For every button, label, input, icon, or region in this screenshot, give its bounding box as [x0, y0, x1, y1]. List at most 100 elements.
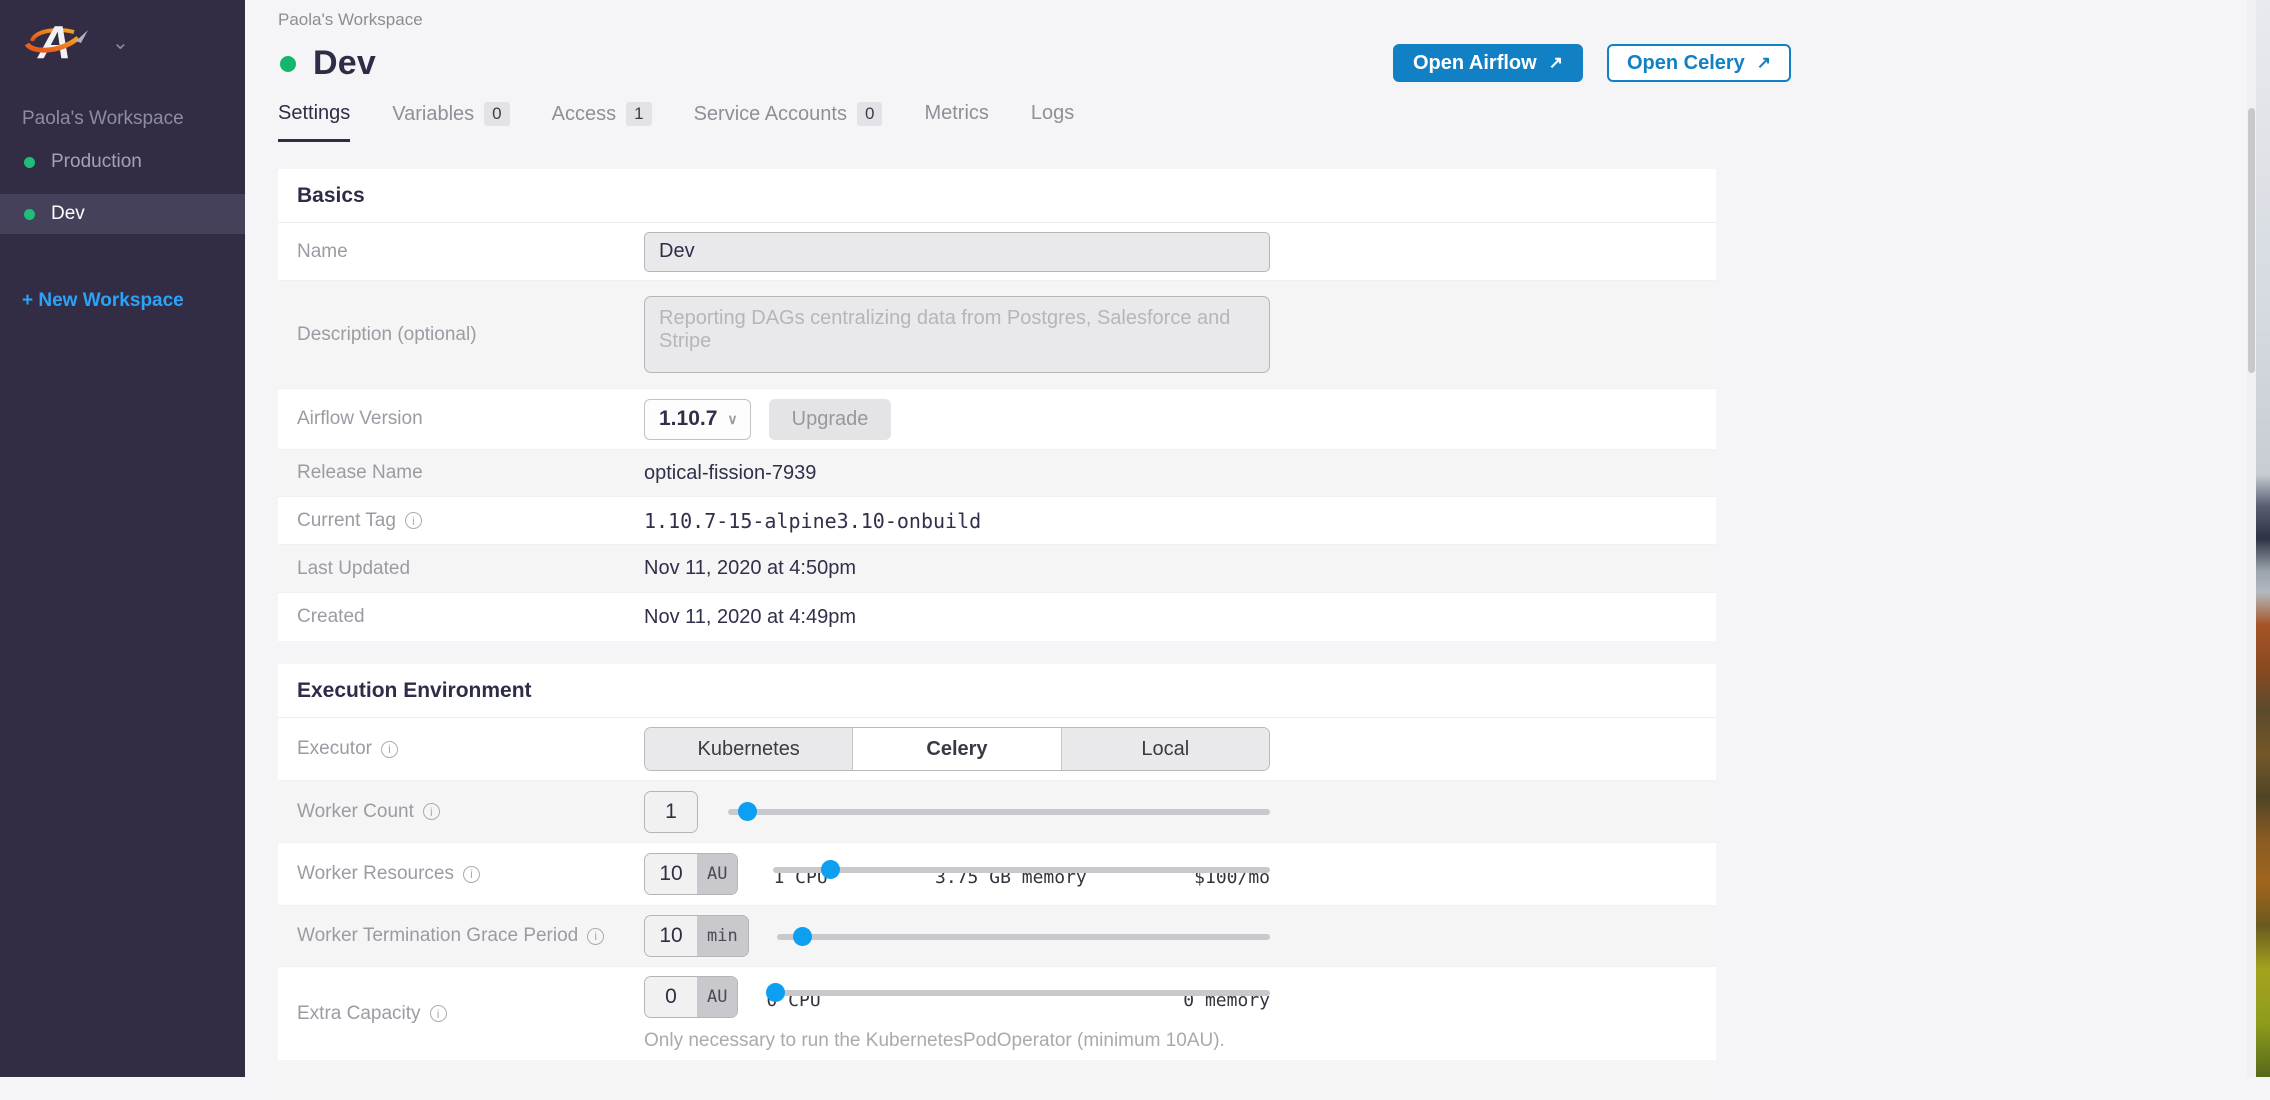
execution-environment-card: Execution Environment Executor Kubernete…	[278, 664, 1716, 1100]
next-row-cutoff	[278, 1060, 1716, 1100]
external-link-icon: ↗	[1549, 53, 1563, 73]
release-name-row: Release Name optical-fission-7939	[278, 450, 1716, 497]
open-celery-label: Open Celery	[1627, 52, 1745, 75]
slider-thumb[interactable]	[738, 802, 757, 821]
header-buttons: Open Airflow ↗ Open Celery ↗	[1393, 44, 1791, 82]
executor-option-celery[interactable]: Celery	[853, 728, 1061, 770]
extra-capacity-help-text: Only necessary to run the KubernetesPodO…	[644, 1030, 1270, 1052]
sidebar: A ⌄ Paola's Workspace Production Dev + N…	[0, 0, 245, 1077]
extra-capacity-label: Extra Capacity	[297, 1003, 421, 1025]
tab-settings[interactable]: Settings	[278, 102, 350, 142]
tab-count-badge: 0	[484, 102, 509, 126]
name-input[interactable]	[644, 232, 1270, 272]
airflow-version-value: 1.10.7	[659, 407, 717, 431]
worker-resources-input[interactable]	[645, 854, 697, 894]
grace-period-label: Worker Termination Grace Period	[297, 925, 578, 947]
last-updated-label: Last Updated	[278, 545, 644, 592]
page-title: Dev	[313, 44, 376, 83]
tab-metrics[interactable]: Metrics	[924, 102, 988, 139]
grace-period-input[interactable]	[645, 916, 697, 956]
description-textarea[interactable]	[644, 296, 1270, 373]
tab-label: Metrics	[924, 102, 988, 125]
slider-track	[766, 990, 1270, 996]
worker-count-input[interactable]	[645, 792, 697, 832]
tab-label: Settings	[278, 102, 350, 125]
executor-option-local[interactable]: Local	[1062, 728, 1269, 770]
tab-label: Access	[552, 103, 616, 126]
slider-track	[728, 809, 1270, 815]
info-icon[interactable]	[405, 512, 422, 529]
external-link-icon: ↗	[1757, 53, 1771, 73]
slider-thumb[interactable]	[766, 983, 785, 1002]
airflow-version-select[interactable]: 1.10.7 ∨	[644, 399, 751, 440]
tab-label: Variables	[392, 103, 474, 126]
worker-count-label: Worker Count	[297, 801, 414, 823]
info-icon[interactable]	[463, 866, 480, 883]
logo-row: A ⌄	[0, 0, 245, 64]
svg-text:A: A	[37, 16, 71, 64]
executor-label: Executor	[297, 738, 372, 760]
last-updated-value: Nov 11, 2020 at 4:50pm	[644, 557, 856, 580]
sidebar-item-production[interactable]: Production	[0, 142, 245, 182]
current-tag-label: Current Tag	[297, 510, 396, 532]
release-name-label: Release Name	[278, 450, 644, 496]
info-icon[interactable]	[430, 1005, 447, 1022]
name-row: Name	[278, 223, 1716, 281]
open-airflow-button[interactable]: Open Airflow ↗	[1393, 44, 1583, 82]
worker-resources-label: Worker Resources	[297, 863, 454, 885]
status-dot-icon	[24, 157, 35, 168]
tab-count-badge: 0	[857, 102, 882, 126]
breadcrumb: Paola's Workspace	[278, 10, 423, 30]
grace-period-input-group: min	[644, 915, 749, 957]
info-icon[interactable]	[423, 803, 440, 820]
au-unit-label: AU	[697, 854, 737, 894]
new-workspace-button[interactable]: + New Workspace	[22, 290, 245, 312]
tab-logs[interactable]: Logs	[1031, 102, 1074, 139]
sidebar-item-dev[interactable]: Dev	[0, 194, 245, 234]
tab-access[interactable]: Access 1	[552, 102, 652, 140]
last-updated-row: Last Updated Nov 11, 2020 at 4:50pm	[278, 545, 1716, 593]
description-row: Description (optional)	[278, 281, 1716, 389]
worker-resources-input-group: AU	[644, 853, 738, 895]
tab-variables[interactable]: Variables 0	[392, 102, 509, 140]
worker-resources-row: Worker Resources AU 1 CPU 3.75 GB memory…	[278, 843, 1716, 906]
slider-track	[777, 934, 1270, 940]
basics-card: Basics Name Description (optional) Airfl…	[278, 169, 1716, 641]
info-icon[interactable]	[587, 928, 604, 945]
workspace-switcher-chevron-down-icon[interactable]: ⌄	[112, 33, 129, 53]
slider-thumb[interactable]	[793, 927, 812, 946]
extra-capacity-input-group: AU	[644, 976, 738, 1018]
worker-count-input-group	[644, 791, 698, 833]
page-title-row: Dev	[280, 44, 376, 83]
description-label: Description (optional)	[278, 281, 644, 388]
scrollbar-thumb[interactable]	[2248, 108, 2255, 373]
grace-period-slider[interactable]	[777, 927, 1270, 946]
worker-count-row: Worker Count	[278, 781, 1716, 843]
created-row: Created Nov 11, 2020 at 4:49pm	[278, 593, 1716, 641]
extra-capacity-input[interactable]	[645, 977, 697, 1017]
current-tag-value: 1.10.7-15-alpine3.10-onbuild	[644, 509, 981, 533]
created-value: Nov 11, 2020 at 4:49pm	[644, 606, 856, 629]
sidebar-workspace-label: Paola's Workspace	[22, 108, 245, 130]
info-icon[interactable]	[381, 741, 398, 758]
airflow-version-label: Airflow Version	[278, 389, 644, 449]
chevron-down-icon: ∨	[727, 411, 737, 428]
tab-bar: Settings Variables 0 Access 1 Service Ac…	[278, 102, 1074, 142]
open-airflow-label: Open Airflow	[1413, 52, 1537, 75]
executor-segmented-control: Kubernetes Celery Local	[644, 727, 1270, 771]
release-name-value: optical-fission-7939	[644, 462, 816, 485]
tab-service-accounts[interactable]: Service Accounts 0	[694, 102, 883, 140]
open-celery-button[interactable]: Open Celery ↗	[1607, 44, 1791, 82]
executor-option-kubernetes[interactable]: Kubernetes	[645, 728, 853, 770]
airflow-version-row: Airflow Version 1.10.7 ∨ Upgrade	[278, 389, 1716, 450]
execution-section-title: Execution Environment	[278, 664, 1716, 718]
sidebar-item-label: Dev	[51, 203, 85, 225]
executor-row: Executor Kubernetes Celery Local	[278, 718, 1716, 781]
grace-period-row: Worker Termination Grace Period min	[278, 906, 1716, 967]
astronomer-logo-icon[interactable]: A	[22, 16, 92, 64]
worker-count-slider[interactable]	[728, 802, 1270, 821]
au-unit-label: AU	[697, 977, 737, 1017]
upgrade-button[interactable]: Upgrade	[769, 399, 892, 440]
min-unit-label: min	[697, 916, 748, 956]
basics-section-title: Basics	[278, 169, 1716, 223]
